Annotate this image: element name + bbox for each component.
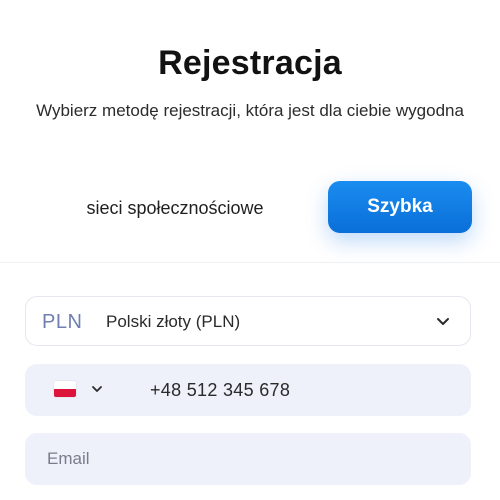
currency-code: PLN <box>42 311 83 333</box>
phone-input[interactable]: +48 512 345 678 <box>150 364 290 416</box>
chevron-down-icon <box>92 386 102 392</box>
tab-quick[interactable]: Szybka <box>328 181 472 233</box>
tab-social-networks[interactable]: sieci społecznościowe <box>40 182 310 234</box>
currency-select[interactable]: PLN Polski złoty (PLN) <box>25 296 471 346</box>
section-divider <box>0 262 500 263</box>
poland-flag-icon <box>54 381 76 397</box>
page-subtitle: Wybierz metodę rejestracji, która jest d… <box>36 101 464 120</box>
chevron-down-icon <box>437 318 449 325</box>
phone-field: +48 512 345 678 <box>25 364 471 416</box>
country-code-selector[interactable] <box>25 364 137 416</box>
email-input[interactable] <box>25 433 471 485</box>
page-title: Rejestracja <box>158 44 342 82</box>
currency-name: Polski złoty (PLN) <box>106 312 241 331</box>
